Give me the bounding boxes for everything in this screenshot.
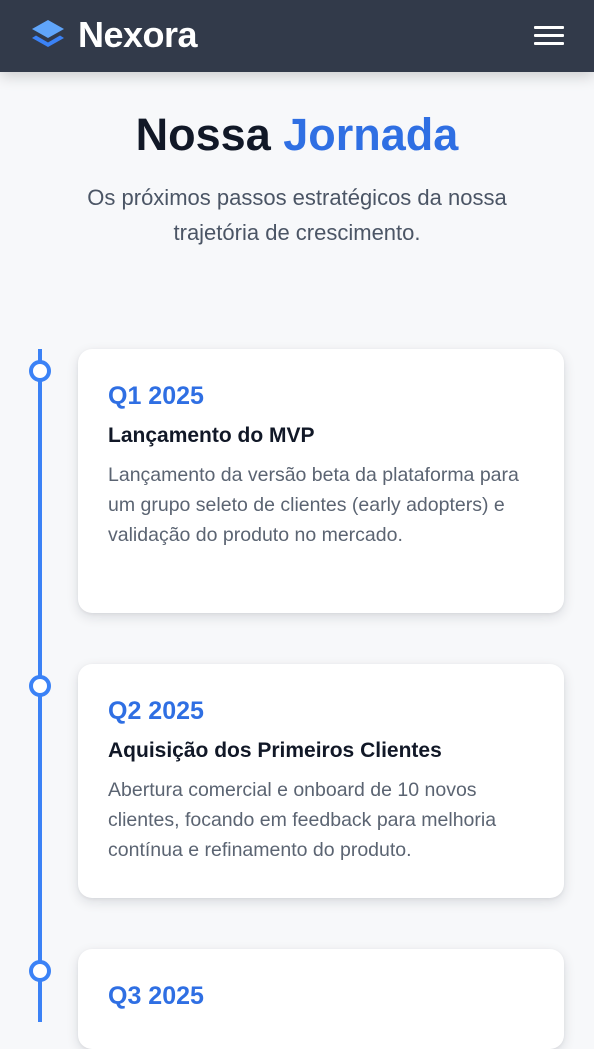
card-quarter: Q3 2025 bbox=[108, 982, 204, 1010]
timeline-marker bbox=[29, 960, 51, 982]
timeline-card: Q3 2025 bbox=[78, 949, 564, 1049]
site-header: Nexora bbox=[0, 0, 594, 72]
card-description: Abertura comercial e onboard de 10 novos… bbox=[108, 779, 497, 861]
timeline-marker bbox=[29, 675, 51, 697]
brand-name[interactable]: Nexora bbox=[78, 14, 198, 56]
card-quarter: Q2 2025 bbox=[108, 697, 204, 725]
card-title: Aquisição dos Primeiros Clientes bbox=[108, 739, 442, 762]
title-part-2: Jornada bbox=[283, 109, 459, 160]
card-description: Lançamento da versão beta da plataforma … bbox=[108, 464, 519, 546]
page-subtitle: Os próximos passos estratégicos da nossa… bbox=[87, 185, 507, 245]
card-title: Lançamento do MVP bbox=[108, 424, 315, 447]
hamburger-menu-icon[interactable] bbox=[530, 22, 568, 50]
timeline-marker bbox=[29, 360, 51, 382]
timeline-card: Q1 2025 Lançamento do MVP Lançamento da … bbox=[78, 349, 564, 613]
card-quarter: Q1 2025 bbox=[108, 382, 204, 410]
title-part-1: Nossa bbox=[135, 109, 271, 160]
page-title: Nossa Jornada bbox=[0, 108, 594, 162]
layers-icon[interactable] bbox=[30, 18, 66, 52]
timeline-card: Q2 2025 Aquisição dos Primeiros Clientes… bbox=[78, 664, 564, 898]
